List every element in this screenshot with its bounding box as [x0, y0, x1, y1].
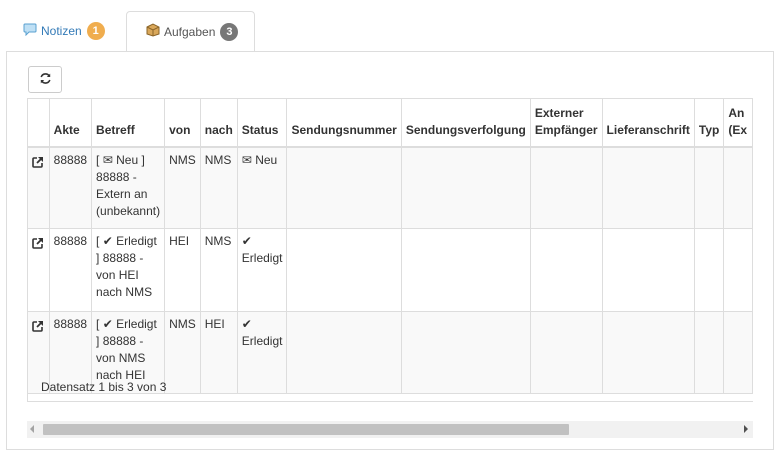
- refresh-icon: [39, 72, 52, 88]
- an-cell: [723, 147, 753, 229]
- von-cell: HEI: [164, 228, 201, 312]
- lieferanschrift-cell: [602, 228, 695, 312]
- col-header-open: [28, 99, 50, 148]
- tasks-table: Akte Betreff von nach Status Sendungsnum…: [28, 99, 753, 394]
- envelope-icon: ✉: [241, 153, 252, 167]
- check-icon: ✔: [241, 234, 252, 248]
- status-cell: ✔ Erledigt: [237, 311, 288, 394]
- col-header-sendungsverfolgung[interactable]: Sendungsverfolgung: [401, 99, 531, 148]
- betreff-cell: [ ✔ Erledigt ] 88888 - von HEI nach NMS: [91, 228, 166, 312]
- open-cell: [28, 228, 50, 312]
- lieferanschrift-cell: [602, 311, 695, 394]
- notizen-count-badge: 1: [86, 22, 105, 40]
- sendungsverfolgung-cell: [401, 228, 531, 312]
- table-header-row: Akte Betreff von nach Status Sendungsnum…: [28, 99, 753, 148]
- col-header-akte[interactable]: Akte: [49, 99, 93, 148]
- sendungsverfolgung-cell: [401, 311, 531, 394]
- col-header-nach[interactable]: nach: [200, 99, 238, 148]
- tasks-table-container: Akte Betreff von nach Status Sendungsnum…: [27, 98, 753, 402]
- akte-cell: 88888: [49, 147, 93, 229]
- von-cell: NMS: [164, 147, 201, 229]
- envelope-icon: ✉: [102, 153, 113, 167]
- table-row[interactable]: 88888 [ ✔ Erledigt ] 88888 - von HEI nac…: [28, 228, 753, 312]
- tab-aufgaben[interactable]: Aufgaben 3: [126, 11, 255, 52]
- col-header-status[interactable]: Status: [237, 99, 288, 148]
- betreff-status: Erledigt: [116, 234, 157, 248]
- externer-empfaenger-cell: [530, 147, 603, 229]
- betreff-status: Erledigt: [116, 317, 157, 331]
- tab-bar: Notizen 1 Aufgaben 3: [0, 0, 781, 52]
- status-text: Erledigt: [241, 334, 283, 348]
- betreff-text: 88888 - von NMS nach HEI: [96, 334, 146, 382]
- status-text: Neu: [255, 153, 278, 167]
- refresh-button[interactable]: [28, 66, 62, 93]
- external-link-icon[interactable]: [32, 238, 44, 252]
- sendungsnummer-cell: [286, 311, 402, 394]
- nach-cell: NMS: [200, 228, 238, 312]
- col-header-lieferanschrift[interactable]: Lieferanschrift: [602, 99, 695, 148]
- an-cell: [723, 228, 753, 312]
- col-header-externer-empfaenger[interactable]: Externer Empfänger: [530, 99, 603, 148]
- nach-cell: HEI: [200, 311, 238, 394]
- external-link-icon[interactable]: [32, 157, 44, 171]
- typ-cell: [694, 147, 725, 229]
- check-icon: ✔: [102, 317, 113, 331]
- col-header-betreff[interactable]: Betreff: [91, 99, 166, 148]
- externer-empfaenger-cell: [530, 311, 603, 394]
- sendungsverfolgung-cell: [401, 147, 531, 229]
- akte-cell: 88888: [49, 228, 93, 312]
- col-header-sendungsnummer[interactable]: Sendungsnummer: [286, 99, 402, 148]
- betreff-text: 88888 - von HEI nach NMS: [96, 251, 153, 299]
- comment-icon: [23, 23, 37, 39]
- aufgaben-count-badge: 3: [220, 22, 239, 41]
- status-cell: ✔ Erledigt: [237, 228, 288, 312]
- horizontal-scrollbar[interactable]: [27, 421, 753, 438]
- betreff-status: Neu: [116, 153, 139, 167]
- betreff-cell: [ ✉ Neu ] 88888 - Extern an (unbekannt): [91, 147, 166, 229]
- von-cell: NMS: [164, 311, 201, 394]
- col-header-typ[interactable]: Typ: [694, 99, 725, 148]
- check-icon: ✔: [241, 317, 252, 331]
- typ-cell: [694, 311, 725, 394]
- sendungsnummer-cell: [286, 147, 402, 229]
- table-row[interactable]: 88888 [ ✉ Neu ] 88888 - Extern an (unbek…: [28, 147, 753, 229]
- check-icon: ✔: [102, 234, 113, 248]
- status-cell: ✉ Neu: [237, 147, 288, 229]
- open-cell: [28, 147, 50, 229]
- tab-notizen[interactable]: Notizen 1: [11, 11, 111, 51]
- tab-notizen-label: Notizen: [41, 24, 82, 38]
- an-cell: [723, 311, 753, 394]
- betreff-text: 88888 - Extern an (unbekannt): [96, 170, 161, 218]
- sendungsnummer-cell: [286, 228, 402, 312]
- table-info: Datensatz 1 bis 3 von 3: [41, 380, 167, 394]
- scrollbar-thumb[interactable]: [43, 424, 569, 435]
- status-text: Erledigt: [241, 251, 283, 265]
- tab-aufgaben-label: Aufgaben: [164, 24, 216, 39]
- typ-cell: [694, 228, 725, 312]
- col-header-an[interactable]: An (Ex: [723, 99, 753, 148]
- external-link-icon[interactable]: [32, 321, 44, 335]
- externer-empfaenger-cell: [530, 228, 603, 312]
- col-header-von[interactable]: von: [164, 99, 201, 148]
- lieferanschrift-cell: [602, 147, 695, 229]
- package-icon: [146, 23, 160, 40]
- scroll-left-icon[interactable]: [30, 425, 34, 433]
- nach-cell: NMS: [200, 147, 238, 229]
- scroll-right-icon[interactable]: [744, 425, 748, 433]
